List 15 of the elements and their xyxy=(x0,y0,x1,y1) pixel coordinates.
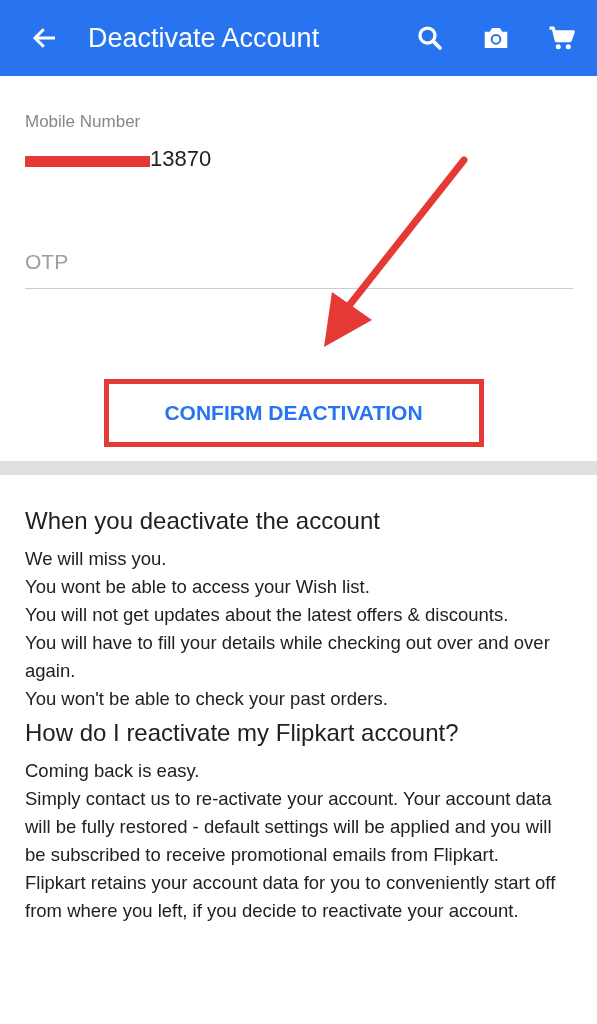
info-text: We will miss you. xyxy=(25,547,168,571)
info-text: You will have to fill your details while checking out over and over again. xyxy=(25,631,551,683)
confirm-deactivation-button[interactable]: CONFIRM DEACTIVATION xyxy=(103,379,484,447)
info-text: You won't be able to check your past orders. xyxy=(25,687,389,711)
info-text: Flipkart retains your account data for you to conveniently start off from where you left, if you decide to reactivate your account. xyxy=(25,871,557,923)
mobile-number-value: 13870 xyxy=(150,146,212,172)
search-icon[interactable] xyxy=(415,23,445,53)
info-text: Coming back is easy. xyxy=(25,759,201,783)
mobile-number-label: Mobile Number xyxy=(25,112,142,132)
info-text: Simply contact us to re-activate your account. Your account data will be fully restored - default settings will be applied and you will be subscribed to receive promotional emails from Flipkart. xyxy=(25,787,553,867)
screen-title: Deactivate Account xyxy=(88,22,321,54)
section-heading: When you deactivate the account xyxy=(25,507,381,535)
info-text: You wont be able to access your Wish list. xyxy=(25,575,371,599)
section-heading: How do I reactivate my Flipkart account? xyxy=(25,719,460,747)
info-text: You will not get updates about the latest offers & discounts. xyxy=(25,603,510,627)
